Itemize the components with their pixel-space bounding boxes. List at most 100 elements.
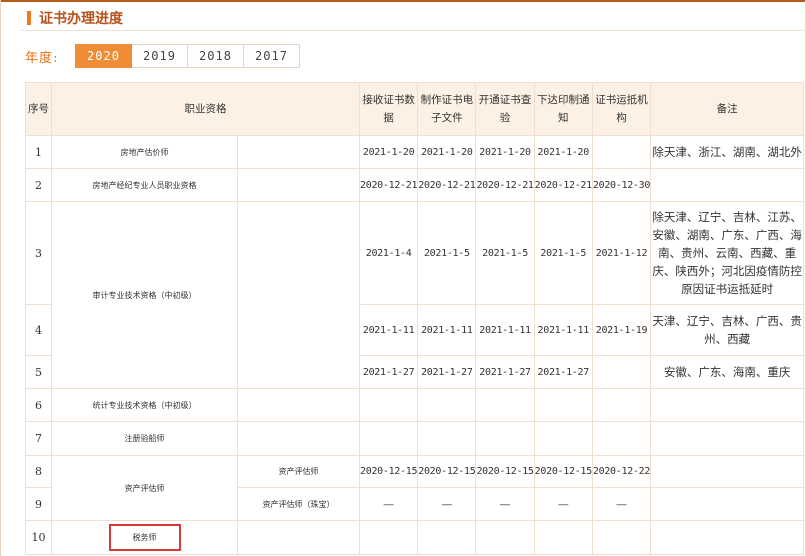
date-notice: 2020-12-15 [533, 455, 593, 488]
table-row: 10 税务师 [25, 520, 805, 555]
date-check [475, 421, 535, 456]
qualification-sub [237, 201, 360, 389]
qualification-name: 房地产经纪专业人员职业资格 [51, 168, 238, 202]
date-ship: 2021-1-19 [591, 304, 652, 356]
header-receive: 接收证书数据 [358, 82, 419, 136]
qualification-sub [237, 520, 360, 555]
remark [650, 388, 805, 422]
qualification-name: 审计专业技术资格（中初级） [51, 201, 238, 389]
row-no: 8 [25, 455, 52, 488]
table-header-row: 序号 职业资格 接收证书数据 制作证书电子文件 开通证书查验 下达印制通知 证书… [25, 82, 805, 136]
date-ship [591, 135, 652, 169]
row-no: 3 [25, 201, 52, 305]
year-tab-2017[interactable]: 2017 [244, 44, 300, 68]
date-receive: — [358, 487, 419, 521]
year-tabs: 2020 2019 2018 2017 [75, 44, 300, 68]
year-tab-2020[interactable]: 2020 [75, 44, 132, 68]
qualification-name: 资产评估师 [51, 455, 238, 521]
date-notice: 2021-1-27 [533, 355, 593, 389]
date-receive [358, 520, 419, 555]
qualification-sub [237, 388, 360, 422]
table-row: 6 统计专业技术资格（中初级） [25, 388, 805, 422]
progress-table: 序号 职业资格 接收证书数据 制作证书电子文件 开通证书查验 下达印制通知 证书… [25, 82, 805, 555]
header-seq: 序号 [25, 82, 52, 136]
date-receive: 2020-12-15 [358, 455, 419, 488]
remark [650, 455, 805, 488]
header-divider [21, 30, 805, 31]
date-receive: 2021-1-11 [358, 304, 419, 356]
table-row: 7 注册验船师 [25, 421, 805, 456]
date-receive: 2021-1-4 [358, 201, 419, 305]
header-check: 开通证书查验 [475, 82, 535, 136]
qualification-sub [237, 135, 360, 169]
date-check: 2021-1-11 [475, 304, 535, 356]
row-no: 6 [25, 388, 52, 422]
date-notice: — [533, 487, 593, 521]
row-no: 2 [25, 168, 52, 202]
table-row: 2 房地产经纪专业人员职业资格 2020-12-21 2020-12-21 20… [25, 168, 805, 202]
qualification-name: 统计专业技术资格（中初级） [51, 388, 238, 422]
row-no: 4 [25, 304, 52, 356]
date-check: 2020-12-15 [475, 455, 535, 488]
date-ship [591, 421, 652, 456]
table-row: 1 房地产估价师 2021-1-20 2021-1-20 2021-1-20 2… [25, 135, 805, 169]
date-check: 2021-1-27 [475, 355, 535, 389]
date-receive: 2021-1-27 [358, 355, 419, 389]
date-ship [591, 388, 652, 422]
date-check: 2021-1-5 [475, 201, 535, 305]
date-make [417, 421, 477, 456]
date-receive [358, 421, 419, 456]
date-make: 2021-1-27 [417, 355, 477, 389]
row-no: 5 [25, 355, 52, 389]
date-check: 2020-12-21 [475, 168, 535, 202]
remark: 除天津、辽宁、吉林、江苏、安徽、湖南、广东、广西、海南、贵州、云南、西藏、重庆、… [650, 201, 805, 305]
date-ship [591, 355, 652, 389]
date-notice [533, 388, 593, 422]
row-no: 10 [25, 520, 52, 555]
remark [650, 520, 805, 555]
header-ship: 证书运抵机构 [591, 82, 652, 136]
remark: 天津、辽宁、吉林、广西、贵州、西藏 [650, 304, 805, 356]
qualification-sub: 资产评估师（珠宝） [237, 487, 360, 521]
year-tab-2019[interactable]: 2019 [132, 44, 188, 68]
date-check [475, 388, 535, 422]
date-check: 2021-1-20 [475, 135, 535, 169]
header-notice: 下达印制通知 [533, 82, 593, 136]
date-ship [591, 520, 652, 555]
date-make: 2021-1-11 [417, 304, 477, 356]
date-notice: 2020-12-21 [533, 168, 593, 202]
remark [650, 487, 805, 521]
top-divider [1, 0, 805, 2]
qualification-sub [237, 421, 360, 456]
date-make: 2021-1-5 [417, 201, 477, 305]
row-no: 9 [25, 487, 52, 521]
date-make: — [417, 487, 477, 521]
date-notice [533, 520, 593, 555]
title-accent-bar [27, 11, 31, 25]
year-label: 年度: [25, 50, 59, 66]
section-header: 证书办理进度 [27, 4, 123, 32]
date-check [475, 520, 535, 555]
date-notice [533, 421, 593, 456]
qualification-sub [237, 168, 360, 202]
date-receive: 2020-12-21 [358, 168, 419, 202]
qualification-cell: 税务师 [51, 520, 238, 555]
row-no: 1 [25, 135, 52, 169]
year-selector: 年度: 2020 2019 2018 2017 [25, 44, 300, 68]
remark [650, 421, 805, 456]
date-check: — [475, 487, 535, 521]
table-row: 3 审计专业技术资格（中初级） 2021-1-4 2021-1-5 2021-1… [25, 201, 805, 389]
date-notice: 2021-1-5 [533, 201, 593, 305]
section-title: 证书办理进度 [39, 11, 123, 27]
page-frame: 证书办理进度 年度: 2020 2019 2018 2017 序号 职业资格 接… [0, 0, 806, 556]
date-make [417, 388, 477, 422]
date-make: 2021-1-20 [417, 135, 477, 169]
header-qualification: 职业资格 [51, 82, 360, 136]
year-tab-2018[interactable]: 2018 [188, 44, 244, 68]
date-notice: 2021-1-20 [533, 135, 593, 169]
date-receive [358, 388, 419, 422]
date-ship: 2021-1-12 [591, 201, 652, 305]
date-make [417, 520, 477, 555]
remark: 除天津、浙江、湖南、湖北外 [650, 135, 805, 169]
remark: 安徽、广东、海南、重庆 [650, 355, 805, 389]
